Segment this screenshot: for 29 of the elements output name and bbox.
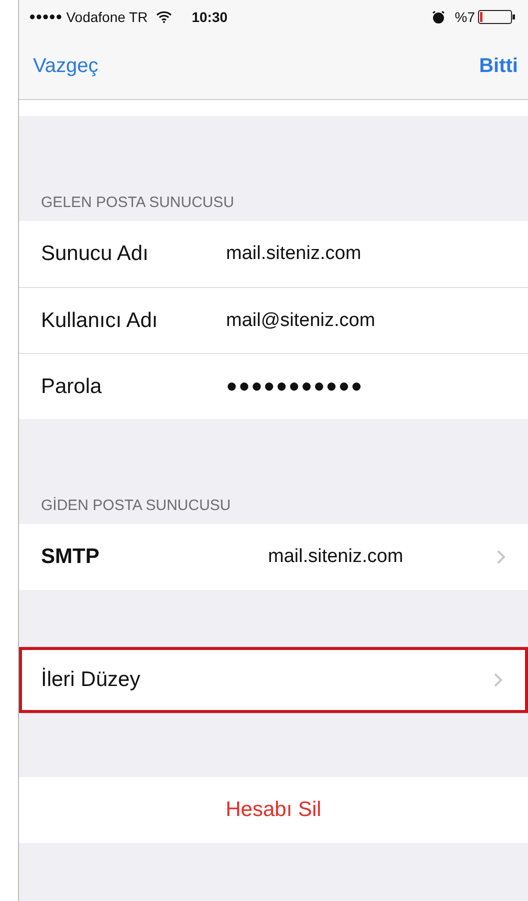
- row-value: mail.siteniz.com: [267, 546, 404, 568]
- settings-row[interactable]: SMTP mail.siteniz.com: [19, 524, 528, 590]
- field-label: Kullanıcı Adı: [41, 308, 159, 332]
- settings-row[interactable]: İleri Düzey: [19, 647, 528, 713]
- chevron-icon: [493, 672, 503, 688]
- section-header: GELEN POSTA SUNUCUSU: [40, 193, 236, 213]
- battery-percent: %7: [454, 9, 475, 25]
- delete-account-button[interactable]: Hesabı Sil: [19, 777, 528, 843]
- row-label: SMTP: [41, 545, 100, 569]
- delete-label: Hesabı Sil: [226, 798, 322, 822]
- cancel-button[interactable]: Vazgeç: [33, 55, 98, 78]
- row-label: İleri Düzey: [41, 668, 140, 692]
- settings-row[interactable]: Parola ●●●●●●●●●●●: [19, 353, 528, 419]
- field-label: Sunucu Adı: [41, 242, 150, 266]
- done-button[interactable]: Bitti: [479, 55, 518, 78]
- password-field[interactable]: ●●●●●●●●●●●: [226, 376, 506, 398]
- settings-row[interactable]: Sunucu Adı mail.siteniz.com: [19, 221, 528, 287]
- wifi-icon: [156, 11, 172, 23]
- alarm-icon: [432, 10, 445, 24]
- chevron-icon: [496, 549, 506, 565]
- settings-row[interactable]: Kullanıcı Adı mail@siteniz.com: [19, 287, 528, 353]
- signal-dots: ●●●●●: [29, 11, 62, 23]
- battery-icon: [478, 10, 516, 24]
- input-field[interactable]: mail.siteniz.com: [226, 243, 506, 265]
- field-label: Parola: [41, 374, 103, 398]
- input-field[interactable]: mail@siteniz.com: [226, 310, 506, 332]
- carrier-name: Vodafone TR: [66, 9, 148, 25]
- clock-time: 10:30: [192, 9, 228, 25]
- section-header: GİDEN POSTA SUNUCUSU: [40, 496, 232, 516]
